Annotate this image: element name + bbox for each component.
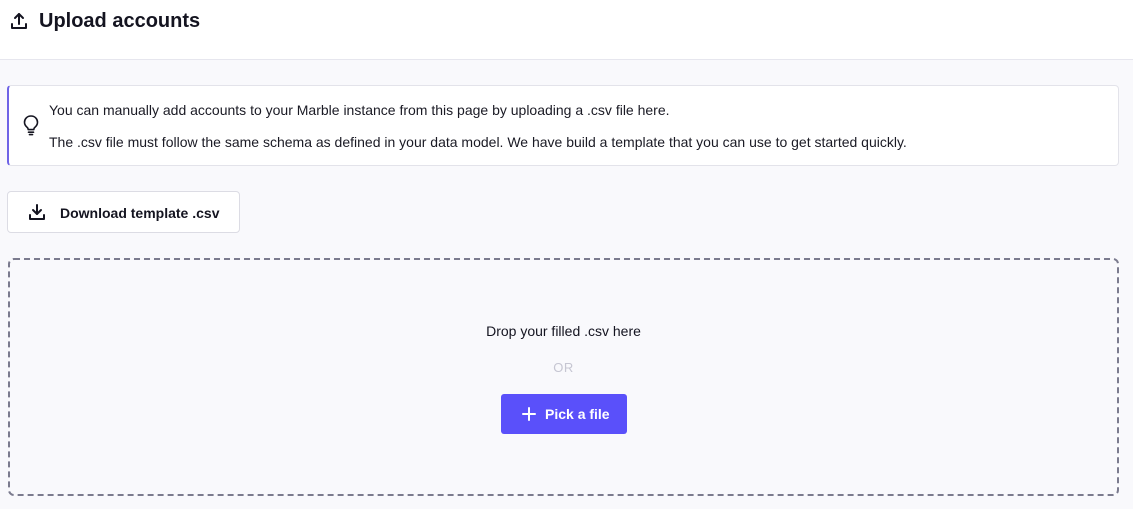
pick-file-button[interactable]: Pick a file — [501, 394, 627, 434]
pick-file-label: Pick a file — [545, 406, 610, 422]
lightbulb-icon — [21, 114, 41, 136]
download-icon — [28, 203, 46, 221]
dropzone-separator: OR — [553, 360, 574, 375]
dropzone-prompt: Drop your filled .csv here — [486, 323, 641, 339]
file-dropzone[interactable]: Drop your filled .csv here OR Pick a fil… — [8, 258, 1119, 496]
download-template-label: Download template .csv — [60, 205, 220, 221]
callout-text-line-1: You can manually add accounts to your Ma… — [49, 102, 670, 118]
upload-icon — [9, 11, 29, 31]
page-title: Upload accounts — [39, 10, 201, 32]
info-callout: You can manually add accounts to your Ma… — [7, 85, 1119, 166]
callout-text-line-2: The .csv file must follow the same schem… — [49, 134, 907, 150]
plus-icon — [522, 407, 536, 421]
page-header: Upload accounts — [0, 0, 1133, 60]
download-template-button[interactable]: Download template .csv — [7, 191, 240, 233]
